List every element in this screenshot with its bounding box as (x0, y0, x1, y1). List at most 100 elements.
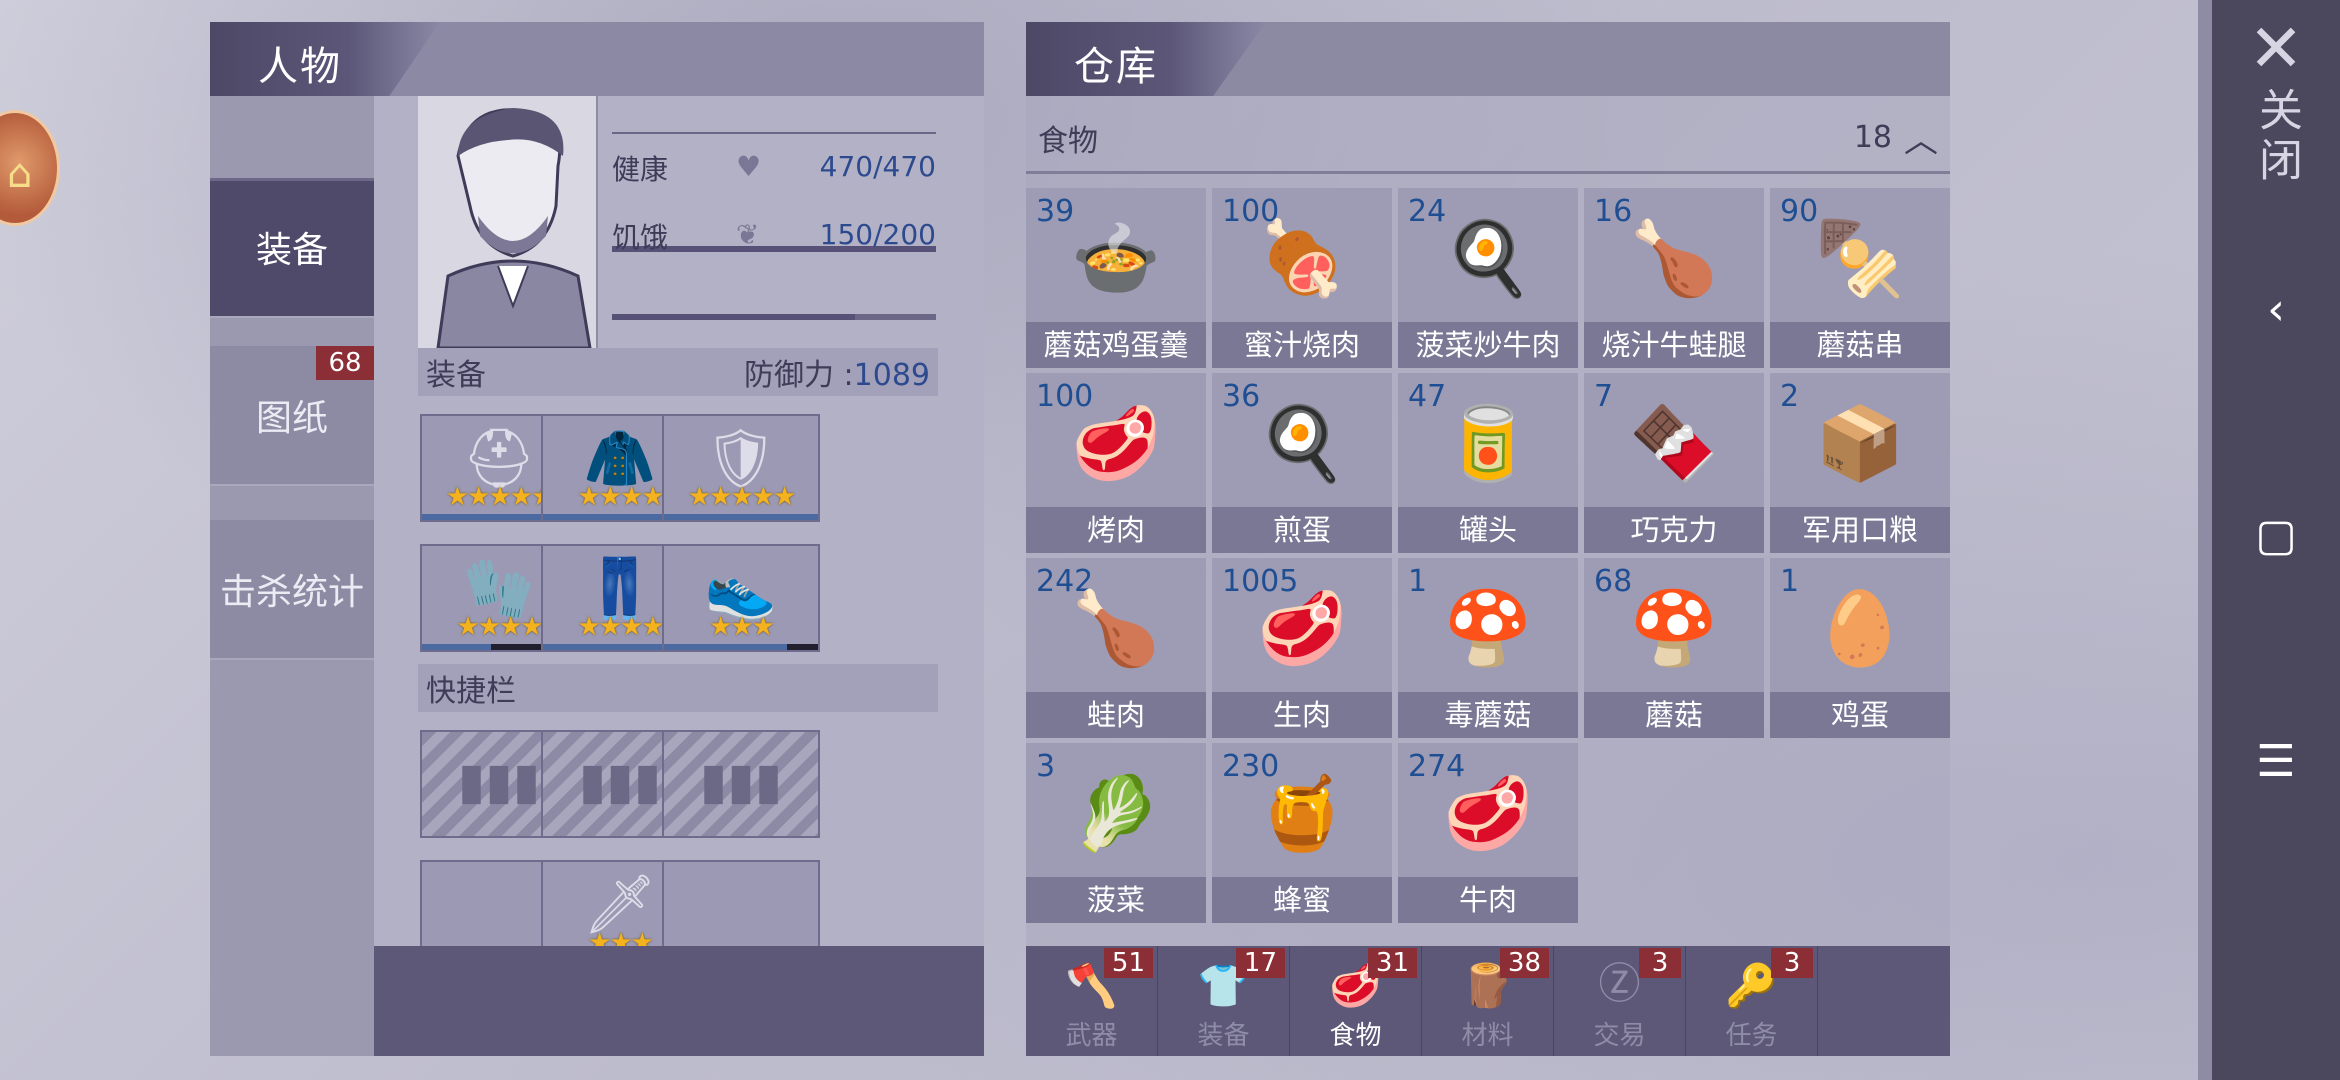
ammo-icon: ▮▮▮ (699, 752, 783, 810)
tab-material[interactable]: 🪵 材料 38 (1422, 946, 1554, 1056)
tab-label: 武器 (1065, 1021, 1118, 1051)
tab-coin[interactable]: Ⓩ 交易 3 (1554, 946, 1686, 1056)
item-name: 蜂蜜 (1212, 877, 1392, 923)
tab-blueprints[interactable]: 图纸 68 (210, 346, 374, 486)
item-cell[interactable]: 68 🍄 蘑菇 (1584, 558, 1764, 738)
slot-shoes-icon[interactable]: 👟 ★★★ (662, 544, 820, 652)
tab-badge: 17 (1235, 948, 1285, 978)
close-icon: ✕ (2248, 10, 2304, 87)
portrait-divider (612, 132, 936, 134)
item-cell[interactable]: 100 🥩 烤肉 (1026, 373, 1206, 553)
tab-food[interactable]: 🥩 食物 31 (1290, 946, 1422, 1056)
tab-shirt[interactable]: 👕 装备 17 (1158, 946, 1290, 1056)
slot-ammo-icon[interactable]: ▮▮▮ (662, 730, 820, 838)
tab-label: 交易 (1593, 1021, 1646, 1051)
poison-mushroom-icon: 🍄 (1443, 586, 1533, 670)
tab-kill-stats[interactable]: 击杀统计 (210, 520, 374, 660)
nav-strip: ✕ 关闭 ‹ ▢ ☰ (2212, 0, 2340, 1080)
item-name: 牛肉 (1398, 877, 1578, 923)
close-button[interactable]: ✕ 关闭 (2212, 0, 2340, 220)
item-cell[interactable]: 100 🍖 蜜汁烧肉 (1212, 188, 1392, 368)
item-cell[interactable]: 90 🍢 蘑菇串 (1770, 188, 1950, 368)
defense-readout: 防御力 :1089 (744, 350, 930, 394)
item-cell[interactable]: 36 🍳 煎蛋 (1212, 373, 1392, 553)
durability-fill (543, 644, 667, 650)
defense-label: 防御力 : (743, 358, 854, 393)
item-name: 鸡蛋 (1770, 692, 1950, 738)
item-cell[interactable]: 39 🍲 蘑菇鸡蛋羹 (1026, 188, 1206, 368)
spinach-icon: 🥬 (1071, 771, 1161, 855)
star-rating: ★★★★★ (687, 482, 797, 512)
tab-label: 装备 (1197, 1021, 1250, 1051)
category-row-food[interactable]: 食物 18 ︿ (1026, 104, 1950, 174)
tab-axe[interactable]: 🪓 武器 51 (1026, 946, 1158, 1056)
can-icon: 🥫 (1443, 401, 1533, 485)
item-cell[interactable]: 1 🥚 鸡蛋 (1770, 558, 1950, 738)
item-cell[interactable]: 24 🍳 菠菜炒牛肉 (1398, 188, 1578, 368)
durability-bar (664, 514, 818, 520)
durability-bar (664, 644, 818, 650)
durability-fill (664, 514, 818, 520)
chevron-up-icon[interactable]: ︿ (1904, 113, 1938, 162)
slot-shell-icon[interactable]: 🛡 ★★★★★ (662, 414, 820, 522)
beef-icon: 🥩 (1443, 771, 1533, 855)
character-side-tabs: 装备 图纸 68 击杀统计 (210, 96, 374, 1056)
item-cell[interactable]: 274 🥩 牛肉 (1398, 743, 1578, 923)
frog-meat-icon: 🍗 (1071, 586, 1161, 670)
item-name: 巧克力 (1584, 507, 1764, 553)
durability-fill (543, 514, 667, 520)
hunger-fill (612, 314, 855, 320)
heart-icon: ♥ (736, 150, 762, 183)
item-cell[interactable]: 230 🍯 蜂蜜 (1212, 743, 1392, 923)
item-name: 罐头 (1398, 507, 1578, 553)
nav-divider (2198, 0, 2212, 1080)
character-footer (374, 946, 984, 1056)
hunger-value: 150/200 (819, 218, 936, 251)
item-name: 煎蛋 (1212, 507, 1392, 553)
ration-icon: 📦 (1815, 401, 1905, 485)
star-rating: ★★★ (709, 612, 775, 642)
tab-label: 击杀统计 (219, 572, 364, 613)
home-icon[interactable]: ▢ (2212, 510, 2340, 561)
item-name: 蜜汁烧肉 (1212, 322, 1392, 368)
item-name: 毒蘑菇 (1398, 692, 1578, 738)
defense-value: 1089 (853, 358, 930, 393)
hunger-bar (612, 314, 936, 320)
item-name: 蘑菇鸡蛋羹 (1026, 322, 1206, 368)
item-name: 菠菜炒牛肉 (1398, 322, 1578, 368)
item-cell[interactable]: 1 🍄 毒蘑菇 (1398, 558, 1578, 738)
health-label: 健康 (612, 153, 669, 186)
item-name: 蘑菇串 (1770, 322, 1950, 368)
skewer-icon: 🍢 (1815, 216, 1905, 300)
meat-icon: 🍖 (1257, 216, 1347, 300)
item-name: 蛙肉 (1026, 692, 1206, 738)
item-cell[interactable]: 3 🥬 菠菜 (1026, 743, 1206, 923)
warehouse-title: 仓库 (1074, 44, 1158, 90)
quickbar-label: 快捷栏 (426, 674, 516, 709)
eggs-icon: 🥚 (1815, 586, 1905, 670)
item-name: 烤肉 (1026, 507, 1206, 553)
pan-icon: 🍳 (1443, 216, 1533, 300)
tab-equipment[interactable]: 装备 (210, 178, 374, 318)
back-icon[interactable]: ‹ (2212, 284, 2340, 335)
tab-badge: 3 (1771, 948, 1813, 978)
item-cell[interactable]: 242 🍗 蛙肉 (1026, 558, 1206, 738)
honey-icon: 🍯 (1257, 771, 1347, 855)
item-name: 军用口粮 (1770, 507, 1950, 553)
item-cell[interactable]: 16 🍗 烧汁牛蛙腿 (1584, 188, 1764, 368)
hunger-label: 饥饿 (612, 221, 669, 254)
character-portrait (418, 96, 598, 350)
tab-key[interactable]: 🔑 任务 3 (1686, 946, 1818, 1056)
blueprints-badge: 68 (316, 346, 374, 380)
category-label: 食物 (1038, 123, 1098, 159)
health-value: 470/470 (819, 150, 936, 183)
tab-badge: 3 (1639, 948, 1681, 978)
menu-icon[interactable]: ☰ (2212, 736, 2340, 787)
item-cell[interactable]: 7 🍫 巧克力 (1584, 373, 1764, 553)
durability-fill (664, 644, 788, 650)
item-cell[interactable]: 2 📦 军用口粮 (1770, 373, 1950, 553)
item-cell[interactable]: 47 🥫 罐头 (1398, 373, 1578, 553)
equipment-section-bar: 装备 防御力 :1089 (418, 348, 938, 396)
legs-icon: 🍗 (1629, 216, 1719, 300)
item-cell[interactable]: 1005 🥩 生肉 (1212, 558, 1392, 738)
